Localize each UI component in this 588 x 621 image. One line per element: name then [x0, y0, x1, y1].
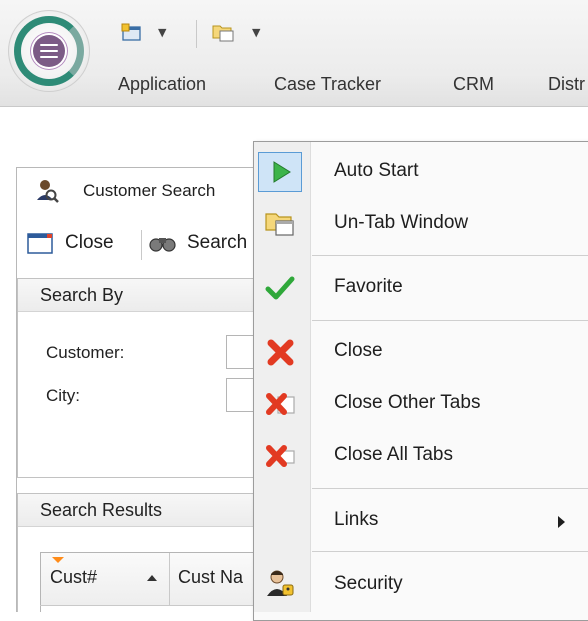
menu-item-label: Un-Tab Window [334, 212, 469, 233]
qat-separator [196, 20, 197, 48]
menu-item-label: Close Other Tabs [334, 392, 481, 413]
tab-label: Customer Search [83, 181, 216, 200]
menu-separator [312, 488, 588, 489]
menu-item-close-all-tabs[interactable]: Close All Tabs [254, 434, 588, 478]
ribbon-tab-distr[interactable]: Distr [548, 74, 585, 95]
menu-item-security[interactable]: Security [254, 562, 588, 606]
menu-item-label: Close [334, 340, 383, 361]
menu-separator [312, 255, 588, 256]
red-x-icon [267, 339, 294, 366]
close-window-icon[interactable] [26, 231, 54, 255]
menu-item-favorite[interactable]: Favorite [254, 266, 588, 310]
search-by-title: Search By [40, 285, 124, 305]
security-person-icon [267, 570, 294, 596]
ribbon-tab-case-tracker[interactable]: Case Tracker [274, 74, 381, 95]
menu-separator [312, 551, 588, 552]
qat-window-button[interactable]: ▼ [212, 22, 264, 46]
folder-window-icon [212, 25, 234, 42]
city-label: City: [46, 386, 80, 405]
grid-row-divider [40, 605, 270, 606]
customer-label: Customer: [46, 343, 125, 362]
toolbar-separator [141, 230, 142, 260]
binoculars-icon[interactable] [148, 234, 178, 252]
checkmark-icon [265, 276, 295, 300]
search-results-title: Search Results [40, 500, 163, 520]
qat-application-button[interactable]: ▼ [120, 22, 172, 46]
menu-lines-icon [40, 44, 58, 58]
menu-item-label: Favorite [334, 276, 403, 297]
chevron-down-icon: ▼ [252, 26, 261, 39]
menu-item-label: Links [334, 509, 379, 530]
menu-item-close-other-tabs[interactable]: Close Other Tabs [254, 382, 588, 426]
app-window-icon [121, 23, 141, 41]
menu-item-label: Security [334, 573, 403, 594]
column-label: Cust# [50, 567, 98, 587]
filter-indicator-icon [52, 557, 64, 563]
folder-window-icon [265, 213, 294, 236]
column-label: Cust Na [178, 567, 244, 587]
menu-item-label: Close All Tabs [334, 444, 453, 465]
search-button[interactable]: Search [187, 232, 247, 254]
chevron-down-icon: ▼ [158, 26, 167, 39]
customer-search-icon [37, 180, 59, 203]
sort-ascending-icon [147, 575, 157, 581]
ribbon-tab-application[interactable]: Application [118, 74, 206, 95]
menu-item-label: Auto Start [334, 160, 419, 181]
menu-item-close[interactable]: Close [254, 330, 588, 374]
play-icon [273, 161, 291, 183]
menu-item-un-tab-window[interactable]: Un-Tab Window [254, 202, 588, 246]
menu-item-links[interactable]: Links [254, 498, 588, 542]
close-all-tabs-icon [266, 445, 295, 467]
menu-item-auto-start[interactable]: Auto Start [254, 150, 588, 194]
menu-separator [312, 320, 588, 321]
ribbon-tab-crm[interactable]: CRM [453, 74, 494, 95]
close-button[interactable]: Close [65, 232, 114, 254]
submenu-arrow-icon [558, 516, 565, 528]
close-other-tabs-icon [266, 393, 295, 415]
